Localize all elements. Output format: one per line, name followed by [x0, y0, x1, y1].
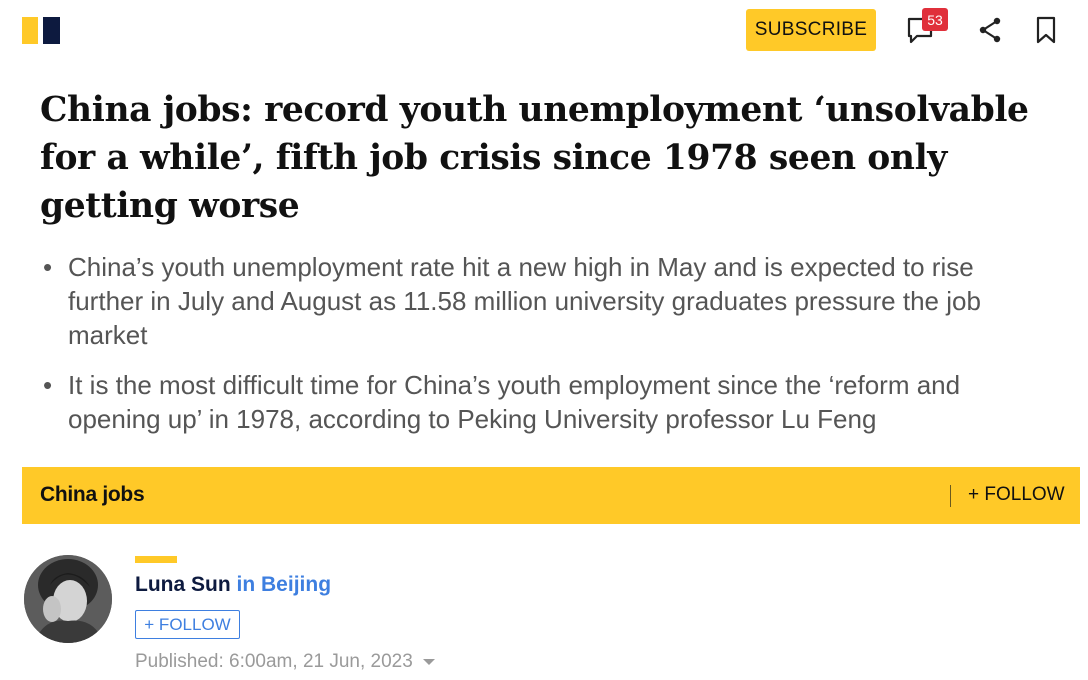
share-button[interactable] [970, 10, 1010, 50]
bullet-icon: • [43, 370, 53, 400]
bookmark-button[interactable] [1026, 10, 1066, 50]
site-logo[interactable] [22, 17, 60, 44]
author-location: in Beijing [236, 573, 332, 596]
top-bar: SUBSCRIBE 53 [0, 0, 1088, 60]
summary-text: It is the most difficult time for China’… [68, 370, 961, 434]
logo-navy-block [43, 17, 60, 44]
article-summary: • China’s youth unemployment rate hit a … [40, 250, 1050, 452]
subscribe-button[interactable]: SUBSCRIBE [746, 9, 876, 51]
topic-divider [950, 485, 951, 507]
avatar-image [24, 555, 112, 643]
published-date[interactable]: Published: 6:00am, 21 Jun, 2023 [135, 651, 435, 673]
caret-down-icon [422, 659, 435, 665]
summary-text: China’s youth unemployment rate hit a ne… [68, 252, 981, 350]
topic-follow-button[interactable]: + FOLLOW [968, 484, 1065, 506]
comment-count-badge: 53 [922, 8, 948, 31]
summary-item: • It is the most difficult time for Chin… [40, 368, 1050, 436]
author-avatar[interactable] [24, 555, 112, 643]
published-text: Published: 6:00am, 21 Jun, 2023 [135, 651, 413, 672]
share-icon [979, 17, 1001, 43]
bookmark-icon [1036, 16, 1056, 44]
logo-yellow-block [22, 17, 38, 44]
summary-item: • China’s youth unemployment rate hit a … [40, 250, 1050, 352]
author-name[interactable]: Luna Sun [135, 573, 231, 596]
author-byline: Luna Sun in Beijing [135, 573, 331, 597]
author-accent-bar [135, 556, 177, 563]
topic-bar: China jobs + FOLLOW [22, 467, 1080, 524]
author-follow-button[interactable]: + FOLLOW [135, 610, 240, 639]
bullet-icon: • [43, 252, 53, 282]
article-headline: China jobs: record youth unemployment ‘u… [40, 90, 1029, 226]
topic-link[interactable]: China jobs [40, 483, 145, 507]
